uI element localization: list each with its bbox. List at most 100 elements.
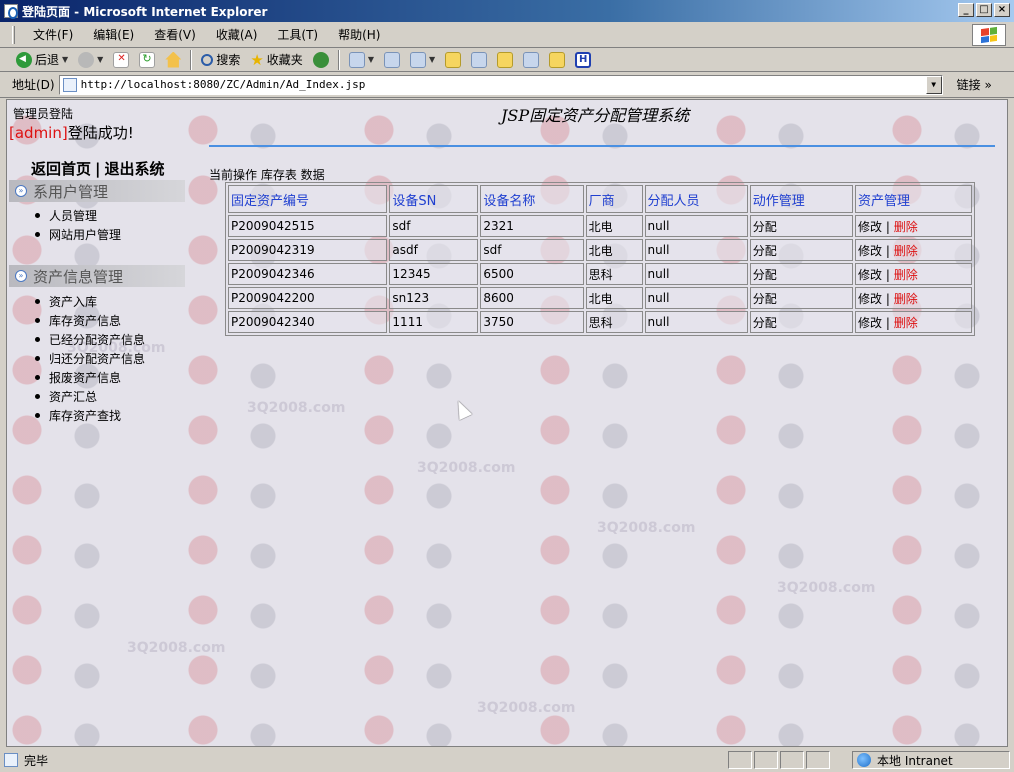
cell-manage: 修改 | 删除 <box>854 287 972 309</box>
minimize-button[interactable]: _ <box>958 3 974 17</box>
window-controls: _ □ × <box>958 3 1010 17</box>
mouse-cursor-icon <box>451 397 473 421</box>
tool-button[interactable] <box>519 50 543 70</box>
menu-edit[interactable]: 编辑(E) <box>85 24 142 45</box>
address-input[interactable]: http://localhost:8080/ZC/Admin/Ad_Index.… <box>58 74 943 95</box>
chevron-down-icon[interactable]: ▼ <box>62 55 68 64</box>
refresh-icon <box>139 51 156 68</box>
mail-button[interactable]: ▼ <box>345 50 378 70</box>
login-success-text: 登陆成功! <box>67 124 134 142</box>
assign-link[interactable]: 分配 <box>749 311 853 333</box>
stop-button[interactable] <box>109 50 133 70</box>
menu-favorites[interactable]: 收藏(A) <box>208 24 266 45</box>
menu-help[interactable]: 帮助(H) <box>330 24 388 45</box>
table-row: P2009042515 sdf 2321 北电 null 分配 修改 | 删除 <box>228 215 972 237</box>
security-zone: 本地 Intranet <box>852 751 1010 769</box>
cell-manage: 修改 | 删除 <box>854 239 972 261</box>
watermark: 3Q2008.com <box>597 520 696 536</box>
menu-file[interactable]: 文件(F) <box>25 24 81 45</box>
cell-device-sn: 1111 <box>389 311 479 333</box>
media-button[interactable] <box>309 50 333 70</box>
sidebar-item-summary[interactable]: 资产汇总 <box>35 388 145 407</box>
links-button[interactable]: 链接 » <box>957 76 992 93</box>
delete-link[interactable]: 删除 <box>894 220 918 234</box>
windows-logo <box>972 24 1006 46</box>
sidebar-item-stock-search[interactable]: 库存资产查找 <box>35 407 145 426</box>
sidebar-item-site-users[interactable]: 网站用户管理 <box>35 226 121 245</box>
logout-link[interactable]: 退出系统 <box>103 160 167 178</box>
assign-link[interactable]: 分配 <box>749 263 853 285</box>
edit-link[interactable]: 修改 <box>858 292 882 306</box>
search-button[interactable]: 搜索 <box>197 50 244 70</box>
address-url[interactable]: http://localhost:8080/ZC/Admin/Ad_Index.… <box>81 78 366 91</box>
cell-device-name: 8600 <box>480 287 584 309</box>
home-link[interactable]: 返回首页 <box>29 160 93 178</box>
top-nav: 返回首页 | 退出系统 <box>29 158 167 179</box>
assign-link[interactable]: 分配 <box>749 239 853 261</box>
title-bar: 登陆页面 - Microsoft Internet Explorer _ □ × <box>0 0 1014 22</box>
sidebar-item-scrapped-info[interactable]: 报废资产信息 <box>35 369 145 388</box>
edit-link[interactable]: 修改 <box>858 244 882 258</box>
sidebar-item-returned-info[interactable]: 归还分配资产信息 <box>35 350 145 369</box>
cell-assignee: null <box>644 263 748 285</box>
delete-link[interactable]: 删除 <box>894 292 918 306</box>
cell-manage: 修改 | 删除 <box>854 215 972 237</box>
menu-view[interactable]: 查看(V) <box>146 24 204 45</box>
menu-bar: 文件(F) 编辑(E) 查看(V) 收藏(A) 工具(T) 帮助(H) <box>0 22 1014 48</box>
cell-device-name: sdf <box>480 239 584 261</box>
discuss-button[interactable] <box>441 50 465 70</box>
maximize-button[interactable]: □ <box>976 3 992 17</box>
sidebar-item-staff[interactable]: 人员管理 <box>35 207 121 226</box>
col-vendor: 厂商 <box>585 185 643 213</box>
page-done-icon <box>4 753 18 767</box>
cell-assignee: null <box>644 239 748 261</box>
assign-link[interactable]: 分配 <box>749 215 853 237</box>
sidebar-item-stock-info[interactable]: 库存资产信息 <box>35 312 145 331</box>
delete-link[interactable]: 删除 <box>894 268 918 282</box>
edit-link[interactable]: 修改 <box>858 220 882 234</box>
messenger-button[interactable] <box>493 50 517 70</box>
back-button[interactable]: 后退 ▼ <box>12 50 72 70</box>
chevron-down-icon: ▼ <box>367 55 374 64</box>
cell-asset-id: P2009042340 <box>228 311 388 333</box>
zone-label: 本地 Intranet <box>877 753 953 768</box>
menu-tools[interactable]: 工具(T) <box>269 24 326 45</box>
sidebar-item-assigned-info[interactable]: 已经分配资产信息 <box>35 331 145 350</box>
sidebar-section-users[interactable]: » 系用户管理 <box>9 180 185 202</box>
media-icon <box>312 51 329 68</box>
page-content: 3Q2008.com 3Q2008.com 3Q2008.com 3Q2008.… <box>6 99 1008 747</box>
research-button[interactable] <box>467 50 491 70</box>
toolbar-separator <box>337 49 340 70</box>
sidebar-section-assets[interactable]: » 资产信息管理 <box>9 265 185 287</box>
plugin-button[interactable] <box>545 50 569 70</box>
delete-link[interactable]: 删除 <box>894 244 918 258</box>
home-button[interactable] <box>161 50 185 70</box>
cell-device-name: 3750 <box>480 311 584 333</box>
h-button[interactable]: H <box>571 50 595 70</box>
windows-flag-icon <box>981 26 997 44</box>
refresh-button[interactable] <box>135 50 159 70</box>
assign-link[interactable]: 分配 <box>749 287 853 309</box>
address-bar: 地址(D) http://localhost:8080/ZC/Admin/Ad_… <box>0 72 1014 98</box>
edit-link[interactable]: 修改 <box>858 268 882 282</box>
print-button[interactable] <box>380 50 404 70</box>
edit-page-button[interactable]: ▼ <box>406 50 439 70</box>
favorites-button[interactable]: ★ 收藏夹 <box>246 50 306 70</box>
sidebar-list-assets: 资产入库 库存资产信息 已经分配资产信息 归还分配资产信息 报废资产信息 资产汇… <box>35 293 145 426</box>
watermark: 3Q2008.com <box>127 640 226 656</box>
toolbar: 后退 ▼ ▼ 搜索 ★ 收藏夹 ▼ ▼ H <box>0 48 1014 72</box>
forward-button[interactable]: ▼ <box>74 50 107 70</box>
edit-link[interactable]: 修改 <box>858 316 882 330</box>
nav-separator: | <box>95 160 101 178</box>
cell-assignee: null <box>644 287 748 309</box>
inventory-table: 固定资产编号 设备SN 设备名称 厂商 分配人员 动作管理 资产管理 P2009… <box>225 182 975 336</box>
chevron-down-icon[interactable]: ▼ <box>97 55 103 64</box>
back-label: 后退 <box>35 53 60 67</box>
home-icon <box>165 51 182 68</box>
delete-link[interactable]: 删除 <box>894 316 918 330</box>
ie-icon <box>4 4 18 19</box>
address-dropdown-icon[interactable]: ▼ <box>925 75 942 94</box>
favorites-label: 收藏夹 <box>266 53 303 67</box>
sidebar-item-asset-in[interactable]: 资产入库 <box>35 293 145 312</box>
close-button[interactable]: × <box>994 3 1010 17</box>
